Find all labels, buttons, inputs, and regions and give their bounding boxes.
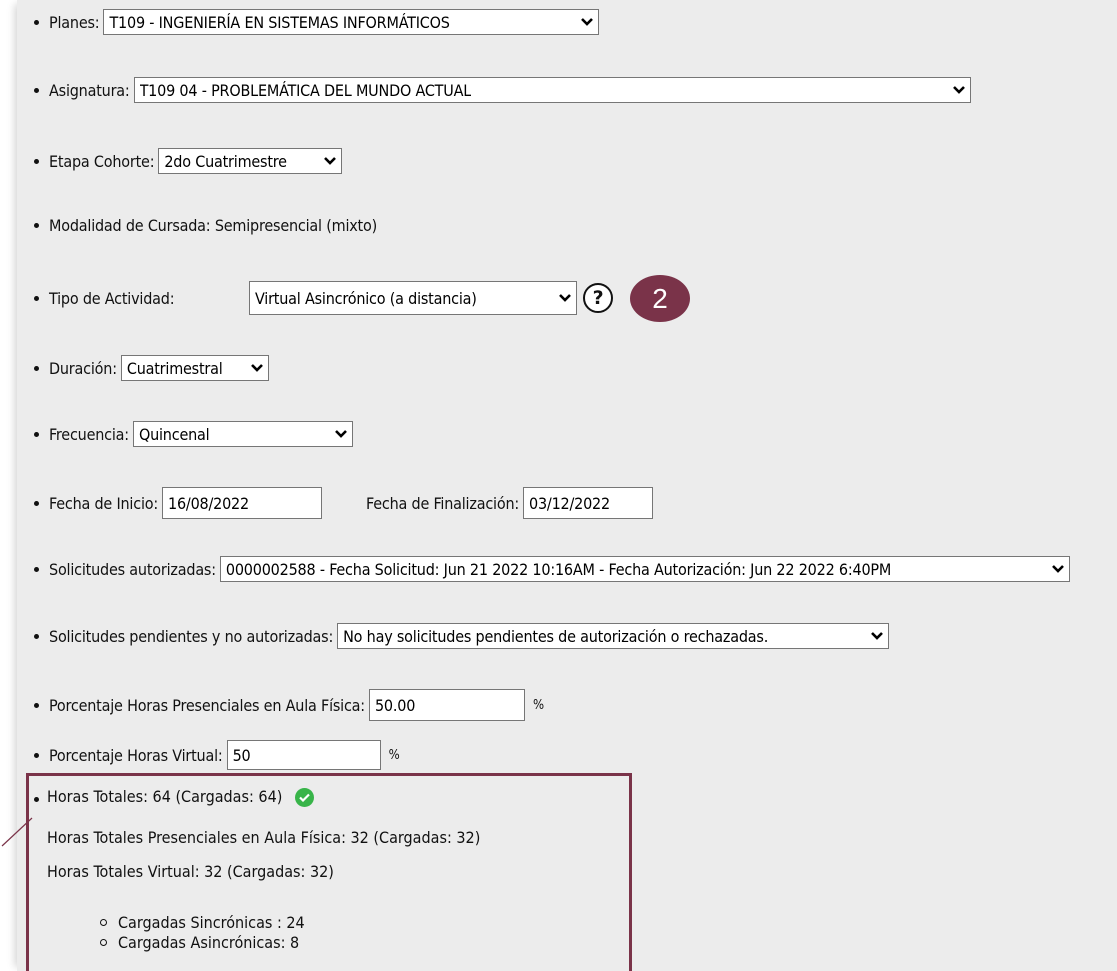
chevron-down-icon	[250, 364, 263, 372]
etapa-select[interactable]: 2do Cuatrimestre	[158, 148, 343, 174]
chevron-down-icon	[952, 86, 965, 94]
percent-sign: %	[388, 747, 400, 763]
row-solicitudes-pendientes: Solicitudes pendientes y no autorizadas:…	[34, 623, 890, 649]
porcentaje-presencial-label: Porcentaje Horas Presenciales en Aula Fí…	[49, 695, 365, 715]
solicitudes-autorizadas-label: Solicitudes autorizadas:	[49, 559, 216, 579]
help-icon[interactable]: ?	[583, 283, 613, 313]
list-item: Cargadas Sincrónicas : 24	[100, 913, 305, 932]
percent-sign: %	[532, 697, 544, 713]
row-fechas: Fecha de Inicio: 16/08/2022 Fecha de Fin…	[34, 487, 654, 519]
check-circle-icon	[294, 788, 314, 807]
row-frecuencia: Frecuencia: Quincenal	[34, 421, 353, 447]
row-solicitudes-autorizadas: Solicitudes autorizadas: 0000002588 - Fe…	[34, 556, 1070, 582]
row-etapa: Etapa Cohorte: 2do Cuatrimestre	[34, 148, 343, 174]
row-asignatura: Asignatura: T109 04 - PROBLEMÁTICA DEL M…	[34, 77, 971, 103]
porcentaje-virtual-label: Porcentaje Horas Virtual:	[49, 745, 223, 765]
porcentaje-virtual-input[interactable]: 50	[226, 740, 381, 770]
row-porcentaje-virtual: Porcentaje Horas Virtual: 50 %	[34, 740, 400, 770]
frecuencia-select[interactable]: Quincenal	[132, 421, 353, 447]
chevron-down-icon	[324, 157, 337, 165]
planes-select[interactable]: T109 - INGENIERÍA EN SISTEMAS INFORMÁTIC…	[103, 9, 600, 35]
row-modalidad: Modalidad de Cursada: Semipresencial (mi…	[34, 212, 377, 238]
solicitudes-pendientes-label: Solicitudes pendientes y no autorizadas:	[49, 626, 334, 646]
porcentaje-presencial-input[interactable]: 50.00	[368, 689, 525, 721]
step-badge: 2	[630, 275, 690, 322]
etapa-label: Etapa Cohorte:	[49, 151, 155, 171]
horas-virtual: Horas Totales Virtual: 32 (Cargadas: 32)	[47, 862, 334, 881]
chevron-down-icon	[559, 294, 571, 302]
chevron-down-icon	[581, 18, 594, 26]
horas-presenciales: Horas Totales Presenciales en Aula Físic…	[47, 828, 481, 847]
asignatura-select[interactable]: T109 04 - PROBLEMÁTICA DEL MUNDO ACTUAL	[133, 77, 971, 103]
list-item: Cargadas Asincrónicas: 8	[100, 933, 299, 952]
callout-pointer-line	[1, 817, 33, 847]
row-duracion: Duración: Cuatrimestral	[34, 355, 269, 381]
chevron-down-icon	[871, 632, 884, 640]
bullet-ring	[100, 939, 107, 946]
fecha-fin-label: Fecha de Finalización:	[366, 493, 520, 513]
row-planes: Planes: T109 - INGENIERÍA EN SISTEMAS IN…	[34, 9, 600, 35]
duracion-select[interactable]: Cuatrimestral	[120, 355, 269, 381]
row-porcentaje-presencial: Porcentaje Horas Presenciales en Aula Fí…	[34, 689, 544, 721]
chevron-down-icon	[1051, 565, 1064, 573]
chevron-down-icon	[335, 430, 347, 438]
frecuencia-label: Frecuencia:	[49, 424, 129, 444]
fecha-inicio-label: Fecha de Inicio:	[49, 493, 159, 513]
modalidad-text: Modalidad de Cursada: Semipresencial (mi…	[49, 215, 378, 235]
fecha-inicio-input[interactable]: 16/08/2022	[162, 487, 323, 519]
tipo-actividad-label: Tipo de Actividad:	[49, 288, 175, 308]
solicitudes-autorizadas-select[interactable]: 0000002588 - Fecha Solicitud: Jun 21 202…	[219, 556, 1070, 582]
solicitudes-pendientes-select[interactable]: No hay solicitudes pendientes de autoriz…	[337, 623, 890, 649]
row-tipo-actividad: Tipo de Actividad: Virtual Asincrónico (…	[34, 281, 613, 315]
fecha-fin-input[interactable]: 03/12/2022	[523, 487, 654, 519]
asignatura-label: Asignatura:	[49, 80, 130, 100]
bullet-ring	[100, 919, 107, 926]
tipo-actividad-select[interactable]: Virtual Asincrónico (a distancia)	[249, 281, 577, 315]
horas-totales: Horas Totales: 64 (Cargadas: 64)	[47, 787, 314, 807]
